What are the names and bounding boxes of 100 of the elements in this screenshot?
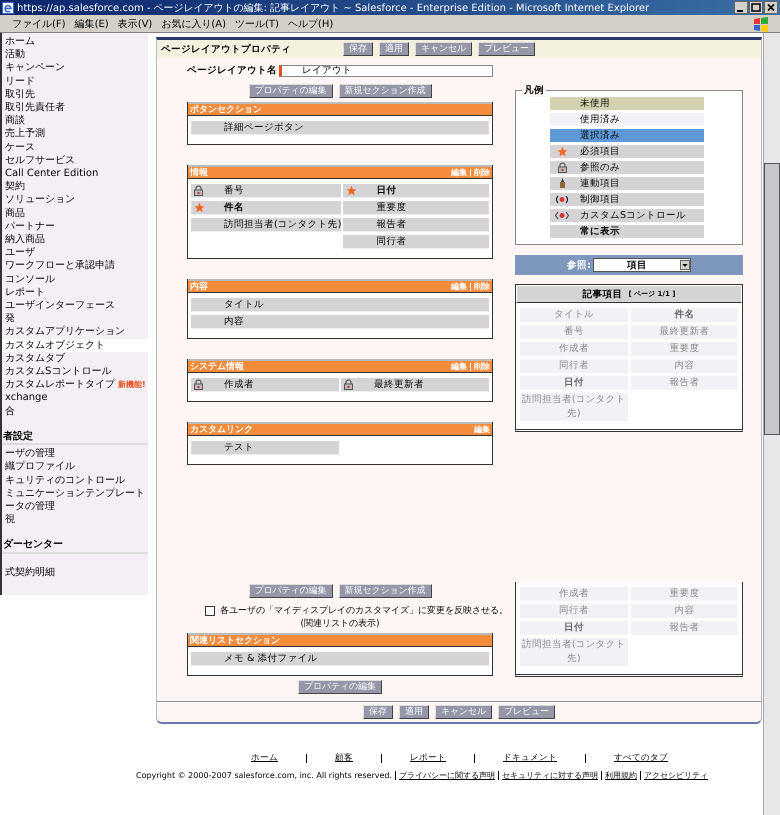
sidebar-item[interactable]: Call Center Edition — [5, 167, 98, 180]
sidebar-item[interactable]: ケース — [5, 140, 35, 154]
sidebar-item[interactable]: xchange — [5, 391, 48, 405]
palette-field[interactable]: 件名 — [630, 308, 738, 322]
legend-item: 使用済み — [550, 113, 704, 126]
sidebar-item[interactable]: ーザの管理 — [5, 447, 55, 460]
sidebar-item[interactable]: ユーザインターフェース — [5, 299, 115, 312]
scroll-thumb[interactable] — [764, 163, 780, 435]
menu-item[interactable]: ツール(T) — [235, 16, 279, 30]
menu-item[interactable]: 編集(E) — [74, 16, 109, 30]
sidebar-item[interactable]: ホーム — [5, 35, 35, 48]
layout-name-field[interactable]: レイアウト — [279, 64, 493, 76]
layout-field[interactable]: メモ & 添付ファイル — [191, 652, 489, 666]
footer-link[interactable]: ホーム — [251, 752, 278, 764]
footer-link[interactable]: 顧客 — [335, 752, 353, 764]
footer-link[interactable]: レポート — [410, 752, 446, 764]
sidebar-item[interactable]: ソリューション — [5, 193, 75, 207]
footer-link[interactable]: アクセシビリティ — [644, 770, 708, 781]
layout-field[interactable]: 番号 — [191, 184, 342, 198]
sidebar-item[interactable]: 商談 — [5, 114, 25, 128]
footer-link[interactable]: プライバシーに関する声明 — [399, 770, 496, 781]
layout-field[interactable]: テスト — [191, 441, 339, 455]
sidebar-item[interactable]: 発 — [5, 312, 15, 326]
sidebar-item[interactable]: 契約 — [5, 180, 25, 194]
sidebar-item[interactable]: コンソール — [5, 272, 55, 286]
lock-icon — [558, 162, 566, 173]
sidebar-item[interactable]: 活動 — [5, 48, 25, 62]
star-icon — [346, 185, 358, 196]
layout-field[interactable]: 日付 — [343, 184, 489, 198]
sidebar-item[interactable]: 合 — [5, 404, 15, 418]
layout-field[interactable]: 訪問担当者(コンタクト先) — [191, 218, 342, 232]
sidebar-item[interactable]: レポート — [5, 286, 45, 300]
checkbox-note: (関連リストの表示) — [299, 618, 381, 630]
section-title: 情報 — [190, 166, 208, 179]
lock-icon — [194, 185, 203, 196]
sidebar-item[interactable]: カスタムアプリケーション — [5, 325, 125, 339]
palette-field[interactable]: 日付 — [520, 376, 628, 390]
sidebar-item[interactable]: キュリティのコントロール — [5, 474, 125, 487]
checkbox[interactable] — [205, 606, 215, 616]
sidebar-item[interactable]: ミュニケーションテンプレート — [5, 486, 145, 500]
menu-item[interactable]: ヘルプ(H) — [288, 16, 334, 30]
layout-field[interactable]: 同行者 — [343, 235, 489, 249]
sidebar-item[interactable]: ワークフローと承認申請 — [5, 259, 115, 273]
sidebar-item[interactable]: ユーザ — [5, 246, 35, 260]
section-title: カスタムリンク — [190, 424, 253, 436]
layout-field[interactable]: 作成者 — [191, 378, 339, 392]
sidebar-item[interactable]: 織プロファイル — [5, 460, 75, 474]
sidebar-item[interactable]: パートナー — [5, 220, 55, 234]
palette-field[interactable]: 日付 — [520, 621, 628, 635]
section-title: 関連リストセクション — [190, 634, 280, 647]
controlling-icon — [555, 195, 569, 204]
footer-link[interactable]: セキュリティに対する声明 — [502, 770, 598, 781]
footer-link[interactable]: 利用規約 — [605, 770, 638, 781]
menu-item[interactable]: 表示(V) — [118, 16, 152, 30]
layout-field[interactable]: 詳細ページボタン — [191, 121, 489, 135]
menu-item[interactable]: お気に入り(A) — [161, 16, 226, 30]
sidebar-item[interactable]: ータの管理 — [5, 500, 55, 514]
sidebar-item[interactable]: 取引先 — [5, 88, 35, 102]
footer-link[interactable]: すべてのタブ — [614, 752, 668, 764]
sidebar-item[interactable]: キャンペーン — [5, 61, 65, 75]
palette-title: 記事項目 — [582, 288, 622, 300]
legend-item: 連動項目 — [550, 177, 704, 190]
layout-field[interactable]: 最終更新者 — [341, 378, 489, 392]
field-label: ページレイアウト名 — [187, 64, 275, 77]
window-title: https://ap.salesforce.com - ページレイアウトの編集: 記事レイアウト ~ Salesforce - Enterprise Edition - Microsoft Internet Explorer — [17, 2, 650, 14]
windows-logo-icon — [752, 16, 770, 32]
sidebar-item[interactable]: カスタムレポートタイプ — [5, 378, 115, 392]
new-feature-label: 新機能! — [118, 379, 146, 392]
sidebar-item[interactable]: 式契約明細 — [5, 566, 55, 579]
layout-field[interactable]: 報告者 — [343, 218, 489, 232]
sidebar-heading: 者設定 — [2, 430, 148, 446]
legend-item: 選択済み — [550, 129, 704, 142]
legend-item: 未使用 — [550, 97, 704, 110]
sidebar-item[interactable]: 取引先責任者 — [5, 101, 65, 114]
sidebar-item[interactable]: リード — [5, 74, 35, 88]
star-icon — [194, 202, 205, 213]
sidebar-item[interactable]: カスタムタブ — [5, 352, 65, 366]
layout-field[interactable]: タイトル — [191, 298, 489, 312]
sidebar-item[interactable]: セルフサービス — [5, 154, 75, 168]
sidebar-item[interactable]: カスタムSコントロール — [5, 365, 112, 378]
lock-icon — [194, 379, 203, 390]
sidebar-item[interactable]: 商品 — [5, 206, 25, 220]
layout-field[interactable]: 内容 — [191, 315, 489, 329]
footer-link[interactable]: ドキュメント — [503, 752, 557, 764]
layout-field[interactable]: 件名 — [191, 201, 342, 215]
browse-label: 参照: — [567, 258, 591, 272]
lock-icon — [344, 379, 353, 390]
legend-item: 常に表示 — [550, 225, 704, 238]
category-dropdown[interactable]: 項目 — [592, 258, 691, 272]
layout-field[interactable]: 重要度 — [343, 201, 489, 215]
star-icon — [556, 146, 568, 157]
legend-title: 凡例 — [522, 84, 546, 97]
sidebar-item[interactable]: 納入商品 — [5, 233, 45, 246]
scrollbar[interactable] — [763, 33, 780, 815]
panel-title: ページレイアウトプロパティ — [161, 42, 292, 56]
legend-item: 参照のみ — [550, 161, 704, 174]
sidebar-item[interactable]: 視 — [5, 513, 15, 526]
dependent-icon — [558, 178, 566, 189]
sidebar-item[interactable]: 売上予測 — [5, 127, 45, 141]
menu-item[interactable]: ファイル(F) — [12, 16, 66, 30]
